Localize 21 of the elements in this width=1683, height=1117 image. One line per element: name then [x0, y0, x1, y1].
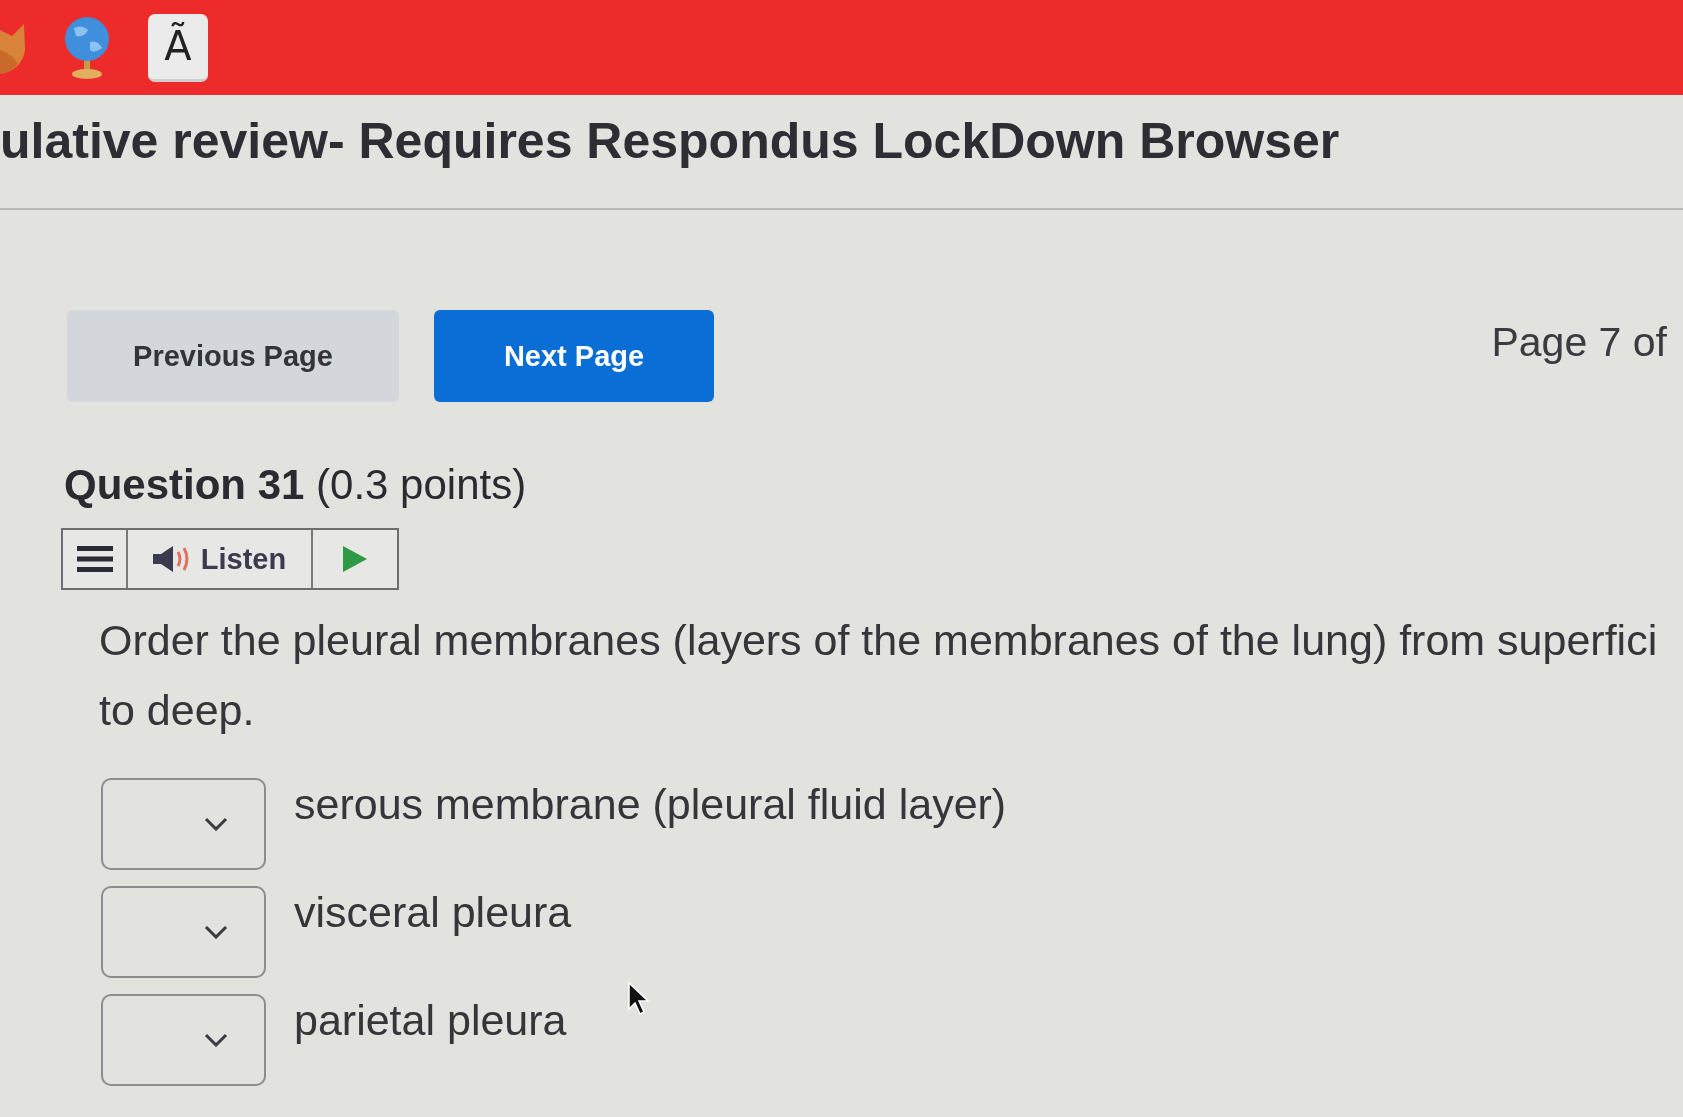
answer-label: serous membrane (pleural fluid layer): [294, 779, 1007, 829]
speaker-icon: [152, 545, 191, 573]
page-indicator: Page 7 of: [1491, 318, 1667, 366]
answer-dropdown[interactable]: [101, 994, 266, 1086]
answer-label: parietal pleura: [294, 995, 567, 1045]
chevron-down-icon: [204, 817, 228, 831]
cursor-icon: [628, 982, 650, 1016]
chevron-down-icon: [204, 1033, 228, 1047]
answer-dropdown[interactable]: [101, 886, 266, 978]
listen-button[interactable]: Listen: [128, 530, 313, 588]
page-title: ulative review- Requires Respondus LockDown Browser: [0, 112, 1340, 171]
chevron-down-icon: [204, 925, 228, 939]
question-text: Order the pleural membranes (layers of the membranes of the lung) from superfici to deep.: [99, 615, 1658, 736]
question-heading: Question 31 (0.3 points): [64, 460, 527, 510]
menu-icon: [76, 546, 113, 572]
answer-label: visceral pleura: [294, 887, 572, 937]
character-key[interactable]: Ã: [148, 13, 208, 82]
next-page-button[interactable]: Next Page: [434, 310, 714, 402]
play-icon: [343, 546, 367, 572]
answer-dropdown[interactable]: [101, 778, 266, 870]
previous-page-button[interactable]: Previous Page: [67, 310, 399, 402]
